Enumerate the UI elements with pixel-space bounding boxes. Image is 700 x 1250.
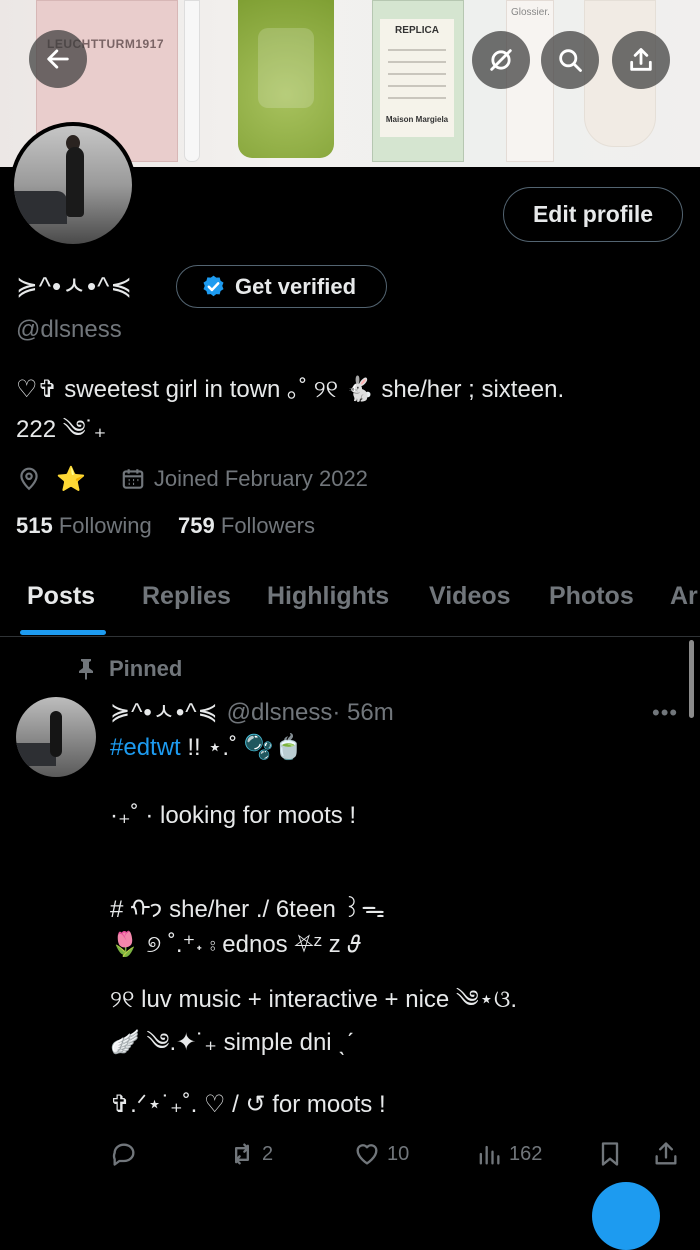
perfume-label: REPLICA Maison Margiela (380, 19, 454, 137)
back-button[interactable] (29, 30, 87, 88)
like-count: 10 (387, 1142, 410, 1165)
verified-badge-icon (203, 275, 224, 297)
user-handle: @dlsness (16, 316, 122, 343)
banner-pen (184, 0, 200, 162)
tweet-line: 🌷 ୭ ˚.⁺˖ ⦂ ednos ⛧ᶻ z 𝜗 (110, 931, 361, 958)
location-text: ⭐ (56, 465, 86, 493)
profile-meta: ⭐ Joined February 2022 (16, 462, 368, 496)
tweet-line: 🪽 ༄.✦˙₊ simple dni ˎˊ (110, 1029, 355, 1056)
bookmark-icon (601, 1142, 619, 1166)
follow-stats: 515 Following 759 Followers (16, 513, 315, 539)
scrollbar[interactable] (689, 640, 694, 718)
tab-photos[interactable]: Photos (549, 582, 634, 611)
tweet-avatar[interactable] (16, 697, 96, 777)
bio-line-1: ♡✞ sweetest girl in town ｡˚ ୨୧ 🐇 she/her… (16, 376, 565, 403)
tab-videos[interactable]: Videos (429, 582, 511, 611)
tab-replies[interactable]: Replies (142, 582, 231, 611)
view-count: 162 (509, 1142, 543, 1165)
tab-articles[interactable]: Ar (670, 582, 698, 611)
profile-bio: ♡✞ sweetest girl in town ｡˚ ୨୧ 🐇 she/her… (16, 370, 686, 450)
calendar-icon (122, 469, 144, 489)
pinned-indicator: Pinned (77, 656, 182, 682)
tweet-line: # ᡣ𐭩 she/her ./ 6teen ꒱ᯓ (110, 896, 385, 923)
tube-brand: Glossier. (511, 7, 550, 18)
share-icon (630, 48, 652, 71)
back-arrow-icon (47, 49, 69, 69)
retweet-count: 2 (262, 1142, 274, 1165)
following-count: 515 (16, 513, 53, 538)
views-button[interactable]: 162 (475, 1140, 542, 1168)
reply-icon (112, 1143, 135, 1166)
perfume-brand: REPLICA (395, 25, 439, 36)
retweet-icon (235, 1143, 249, 1165)
active-tab-indicator (20, 630, 106, 635)
followers-count: 759 (178, 513, 215, 538)
tweet-line-hashtag: #edtwt !! ⋆.˚ 🫧🍵 (110, 733, 304, 762)
eye-slash-icon (490, 49, 512, 71)
more-options-icon[interactable]: ••• (652, 700, 678, 726)
pin-icon (79, 659, 93, 680)
retweet-button[interactable]: 2 (228, 1140, 273, 1168)
followers-label: Followers (220, 513, 316, 538)
banner-matcha-drink (238, 0, 334, 158)
banner-perfume: REPLICA Maison Margiela (372, 0, 464, 162)
bio-line-2: 222 ༄˙₊ (16, 416, 107, 443)
tab-posts[interactable]: Posts (27, 582, 95, 611)
display-name: ≽^•ㅅ•^≼ (16, 271, 134, 301)
pinned-label: Pinned (109, 656, 183, 681)
tweet-line: ·₊˚ · looking for moots ! (110, 802, 357, 829)
share-icon (655, 1142, 677, 1165)
reply-button[interactable] (110, 1140, 144, 1168)
profile-avatar[interactable] (10, 122, 136, 248)
perfume-maker: Maison Margiela (385, 115, 449, 124)
following-label: Following (58, 513, 152, 538)
get-verified-button[interactable]: Get verified (176, 265, 387, 308)
search-button[interactable] (541, 31, 599, 89)
tweet-header: ≽^•ㅅ•^≼ @dlsness· 56m (110, 692, 394, 727)
followers-link[interactable]: 759 Followers (178, 513, 315, 538)
profile-tabs: Posts Replies Highlights Videos Photos A… (0, 560, 700, 637)
tweet-line: ✞.ᐟ⋆˙₊˚. ♡ / ↺ for moots ! (110, 1091, 386, 1118)
compose-fab[interactable] (592, 1182, 660, 1250)
tweet-author-handle[interactable]: @dlsness (227, 699, 333, 726)
get-verified-label: Get verified (235, 273, 357, 299)
bookmark-button[interactable] (596, 1140, 624, 1168)
views-chart-icon (479, 1145, 500, 1165)
tweet-actions: 2 10 162 (110, 1140, 690, 1174)
tab-highlights[interactable]: Highlights (267, 582, 389, 611)
heart-icon (356, 1144, 378, 1165)
search-icon (559, 49, 582, 72)
tweet-share-button[interactable] (652, 1140, 680, 1168)
location-pin-icon (20, 467, 38, 491)
edit-profile-button[interactable]: Edit profile (503, 187, 683, 242)
tweet-time: · 56m (332, 699, 394, 726)
tweet-line-1-rest: !! ⋆.˚ 🫧🍵 (180, 734, 304, 761)
like-button[interactable]: 10 (353, 1140, 409, 1168)
following-link[interactable]: 515 Following (16, 513, 152, 538)
share-button[interactable] (612, 31, 670, 89)
joined-date: Joined February 2022 (153, 466, 368, 491)
tweet-author-name[interactable]: ≽^•ㅅ•^≼ (110, 699, 219, 726)
tweet-hashtag[interactable]: #edtwt (110, 734, 181, 761)
hide-button[interactable] (472, 31, 530, 89)
